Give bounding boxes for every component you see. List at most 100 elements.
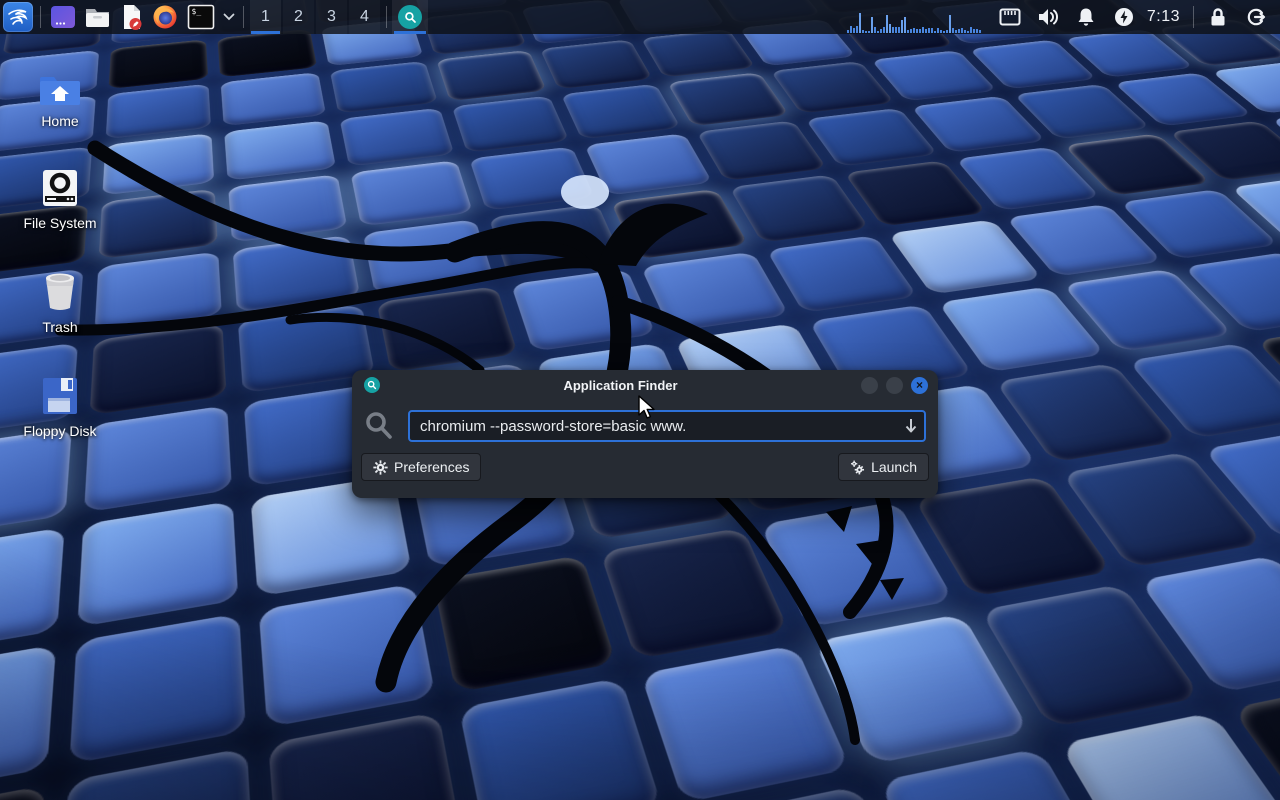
cpu-bar	[895, 27, 897, 33]
cpu-bar	[979, 30, 981, 34]
cpu-bar	[919, 29, 921, 33]
cpu-bar	[901, 20, 903, 33]
appfinder-task-icon	[398, 5, 422, 29]
launcher-window-app[interactable]	[48, 2, 78, 32]
cpu-bar	[970, 27, 972, 33]
terminal-dropdown-button[interactable]	[222, 2, 236, 32]
cpu-bar	[850, 26, 852, 33]
cpu-bar	[871, 17, 873, 33]
cpu-bar	[976, 29, 978, 34]
desktop-icon-floppy-disk[interactable]: Floppy Disk	[8, 368, 112, 439]
folder-icon	[84, 4, 111, 30]
desktop-icon-label: File System	[8, 215, 112, 231]
cpu-bar	[898, 27, 900, 33]
lock-screen-icon[interactable]	[1206, 5, 1230, 29]
workspace-4[interactable]: 4	[349, 0, 380, 34]
close-button[interactable]: ×	[911, 377, 928, 394]
workspace-3[interactable]: 3	[316, 0, 347, 34]
power-manager-icon[interactable]	[1112, 5, 1136, 29]
cpu-bar	[874, 27, 876, 33]
cpu-bar	[904, 17, 906, 33]
desktop-icon-label: Floppy Disk	[8, 423, 112, 439]
appfinder-search-input[interactable]	[408, 410, 926, 442]
kali-logo-icon	[6, 5, 30, 29]
network-ethernet-icon[interactable]	[998, 5, 1022, 29]
cpu-bar	[856, 26, 858, 33]
document-edit-icon	[118, 4, 144, 31]
maximize-button[interactable]	[886, 377, 903, 394]
cpu-bar	[925, 29, 927, 33]
launcher-firefox[interactable]	[150, 2, 180, 32]
cpu-bar	[967, 31, 969, 33]
cpu-bar	[853, 28, 855, 33]
panel-separator	[243, 6, 244, 28]
cpu-bar	[973, 29, 975, 33]
preferences-label: Preferences	[394, 459, 469, 475]
volume-icon[interactable]	[1036, 5, 1060, 29]
workspace-pager: 1 2 3 4	[249, 0, 381, 34]
cpu-bar	[910, 29, 912, 33]
cpu-bar	[883, 27, 885, 34]
panel-clock[interactable]: 7:13	[1147, 8, 1180, 26]
launch-label: Launch	[871, 459, 917, 475]
tasklist-application-finder[interactable]	[392, 0, 428, 34]
terminal-icon: $_	[187, 4, 215, 30]
cpu-bar	[940, 30, 942, 34]
cpu-bar	[964, 30, 966, 33]
cpu-bar	[862, 30, 864, 33]
launcher-text-editor[interactable]	[116, 2, 146, 32]
application-finder-window: Application Finder ×	[352, 370, 938, 498]
cpu-bar	[946, 30, 948, 33]
cpu-bar	[955, 30, 957, 33]
cpu-bar	[913, 28, 915, 33]
desktop-icon-label: Home	[8, 113, 112, 129]
desktop-icon-file-system[interactable]: File System	[8, 160, 112, 231]
cpu-bar	[868, 31, 870, 33]
cpu-load-graph[interactable]	[847, 0, 985, 34]
notifications-bell-icon[interactable]	[1074, 5, 1098, 29]
window-title: Application Finder	[380, 378, 861, 393]
workspace-1[interactable]: 1	[250, 0, 281, 34]
cpu-bar	[877, 31, 879, 33]
cpu-bar	[949, 15, 951, 33]
desktop-icon-label: Trash	[8, 319, 112, 335]
appfinder-window-icon	[364, 377, 380, 393]
cpu-bar	[943, 31, 945, 33]
cpu-bar	[937, 28, 939, 33]
launcher-file-manager[interactable]	[82, 2, 112, 32]
cpu-bar	[847, 30, 849, 34]
firefox-icon	[152, 4, 178, 30]
gear-icon	[373, 460, 388, 475]
cpu-bar	[859, 13, 861, 33]
workspace-2[interactable]: 2	[283, 0, 314, 34]
search-icon	[364, 410, 394, 442]
panel-separator	[1193, 6, 1194, 28]
desktop-icon-trash[interactable]: Trash	[8, 264, 112, 335]
logout-icon[interactable]	[1244, 5, 1268, 29]
cpu-bar	[907, 30, 909, 34]
launch-gears-icon	[850, 460, 865, 475]
applications-menu-button[interactable]	[3, 2, 33, 32]
panel-separator	[386, 6, 387, 28]
launcher-terminal[interactable]: $_	[184, 2, 218, 32]
cpu-bar	[961, 28, 963, 33]
cpu-bar	[889, 24, 891, 33]
entry-dropdown-arrow-icon[interactable]	[904, 418, 918, 434]
cpu-bar	[928, 28, 930, 33]
mouse-cursor	[637, 395, 659, 421]
minimize-button[interactable]	[861, 377, 878, 394]
preferences-button[interactable]: Preferences	[361, 453, 481, 481]
cpu-bar	[886, 15, 888, 33]
svg-text:$_: $_	[192, 7, 202, 16]
cpu-bar	[922, 27, 924, 33]
cpu-bar	[958, 29, 960, 33]
cpu-bar	[934, 31, 936, 33]
cpu-bar	[880, 29, 882, 34]
launch-button[interactable]: Launch	[838, 453, 929, 481]
trash-can-icon	[8, 264, 112, 312]
desktop-icon-home[interactable]: Home	[8, 58, 112, 129]
cpu-bar	[952, 28, 954, 33]
floppy-disk-icon	[8, 368, 112, 416]
purple-window-icon	[50, 4, 76, 30]
panel-separator	[40, 6, 41, 28]
